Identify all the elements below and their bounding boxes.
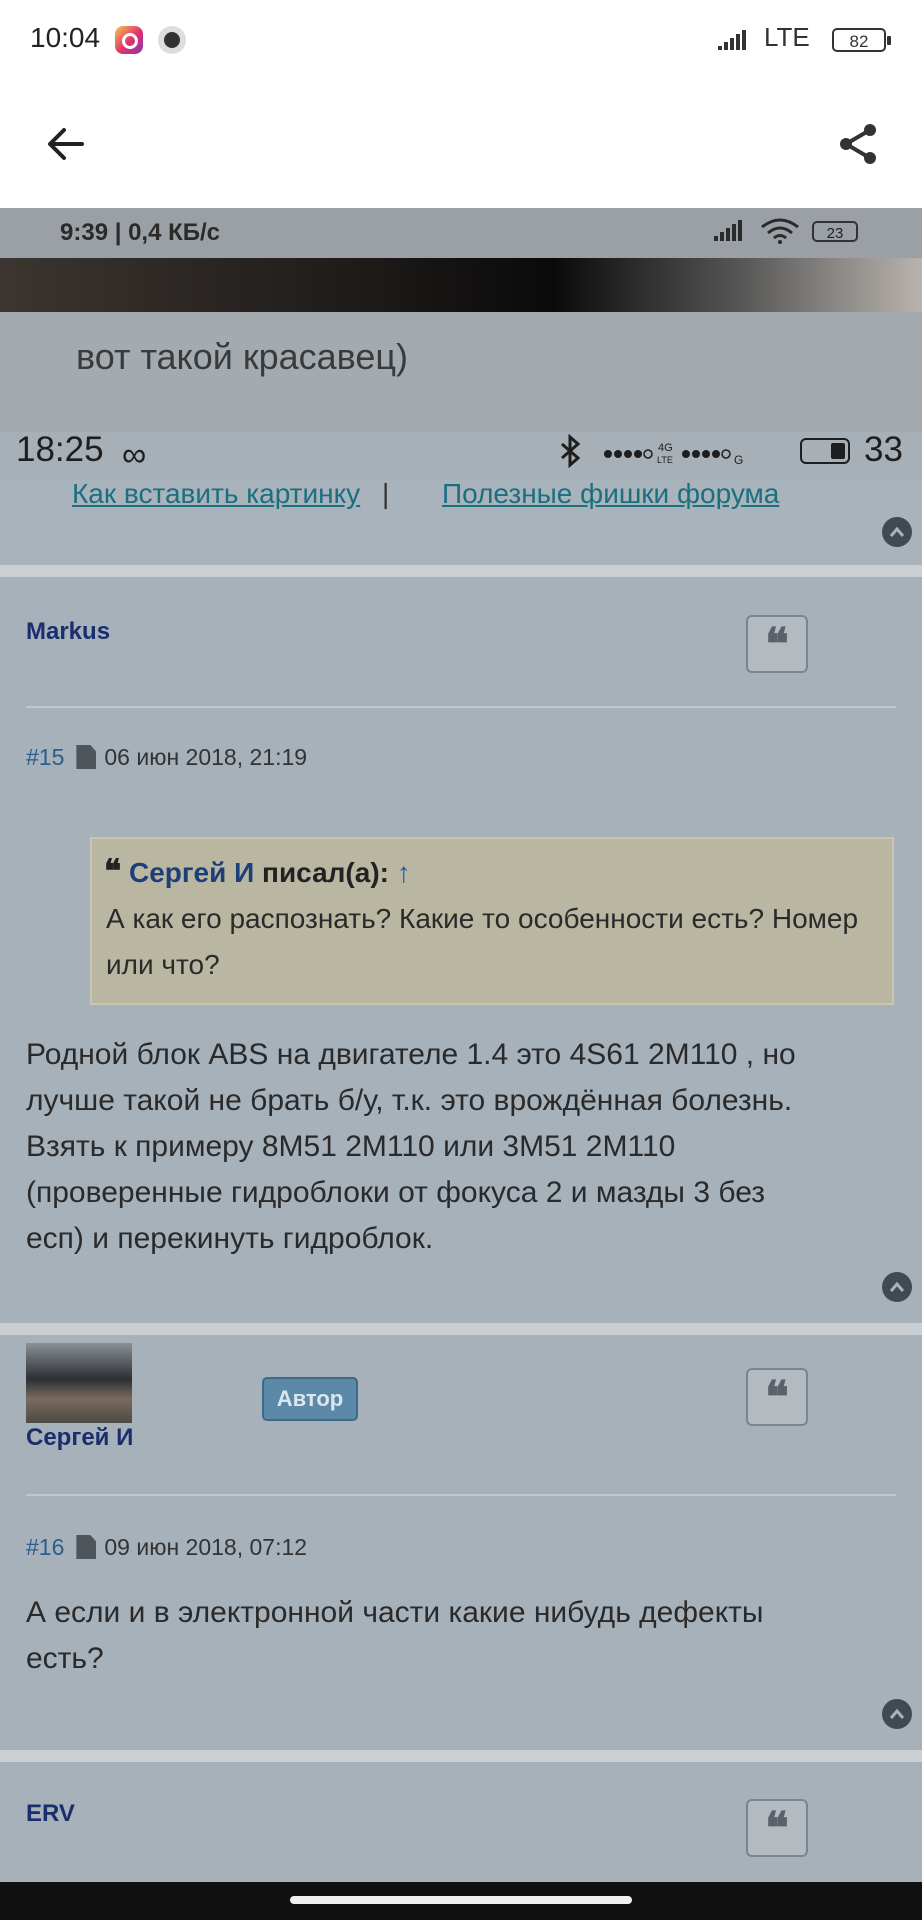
app-toolbar	[0, 80, 922, 208]
forum-tips-link[interactable]: Полезные фишки форума	[442, 478, 779, 510]
home-gesture-bar[interactable]	[290, 1896, 632, 1904]
post-separator	[0, 565, 922, 577]
quote-button[interactable]: ❝	[746, 1799, 808, 1857]
bluetooth-icon	[556, 433, 584, 473]
post-body-line: Взять к примеру 8M51 2M110 или 3M51 2M11…	[26, 1130, 676, 1163]
back-button[interactable]	[40, 118, 92, 170]
post-author[interactable]: Сергей И	[26, 1424, 133, 1452]
inner-battery-percent: 33	[864, 430, 903, 469]
post-body-line: Родной блок ABS на двигателе 1.4 это 4S6…	[26, 1038, 796, 1071]
inner-battery-icon	[800, 438, 850, 464]
post-body: А если и в электронной части какие нибуд…	[26, 1590, 906, 1682]
author-badge: Автор	[262, 1377, 358, 1421]
wifi-icon	[760, 218, 800, 249]
post-author[interactable]: Markus	[26, 618, 110, 646]
loop-icon: ∞	[122, 436, 147, 474]
chevron-up-icon	[889, 1281, 905, 1292]
scroll-top-button[interactable]	[882, 1699, 912, 1729]
post-body-line: А если и в электронной части какие нибуд…	[26, 1596, 764, 1629]
chevron-up-icon	[889, 526, 905, 537]
post-author[interactable]: ERV	[26, 1800, 75, 1828]
avatar[interactable]	[26, 1343, 132, 1423]
mobile-signal-icon: 4G LTE G	[602, 438, 782, 471]
post-meta: #15 06 июн 2018, 21:19	[26, 744, 307, 771]
signal-icon	[718, 30, 750, 54]
post-number-link[interactable]: #15	[26, 744, 64, 770]
post-caption: вот такой красавец)	[76, 336, 408, 377]
post-date: 09 июн 2018, 07:12	[104, 1534, 308, 1560]
post-separator	[0, 1750, 922, 1762]
screenshot-signal-icon	[714, 220, 744, 247]
status-time: 10:04	[30, 22, 101, 53]
quote-author-link[interactable]: Сергей И	[129, 857, 254, 888]
quote-source-arrow[interactable]: ↑	[397, 857, 411, 888]
screenshot-time-speed: 9:39 | 0,4 КБ/с	[60, 219, 221, 246]
scroll-top-button[interactable]	[882, 1272, 912, 1302]
links-separator: |	[382, 478, 390, 509]
chevron-up-icon	[889, 1708, 905, 1719]
svg-text:G: G	[734, 453, 743, 466]
battery-indicator: 82	[832, 28, 891, 52]
scroll-top-button[interactable]	[882, 517, 912, 547]
quote-header: ❝ Сергей И писал(а): ↑	[104, 852, 411, 890]
svg-text:LTE: LTE	[657, 455, 673, 465]
quote-text: А как его распознать? Какие то особеннос…	[106, 903, 859, 980]
post-separator	[0, 1323, 922, 1335]
post-body: Родной блок ABS на двигателе 1.4 это 4S6…	[26, 1032, 906, 1262]
post-number-link[interactable]: #16	[26, 1534, 64, 1560]
post-divider	[26, 706, 896, 708]
notification-dot-icon	[158, 26, 186, 54]
insert-image-link[interactable]: Как вставить картинку	[72, 478, 360, 510]
document-icon	[76, 745, 97, 769]
share-button[interactable]	[832, 118, 884, 170]
document-icon	[76, 1535, 97, 1559]
post-body-line: (проверенные гидроблоки от фокуса 2 и ма…	[26, 1176, 765, 1209]
quote-wrote-label: писал(а):	[262, 857, 389, 888]
post-body-line: лучше такой не брать б/у, т.к. это врожд…	[26, 1084, 793, 1117]
post-date: 06 июн 2018, 21:19	[104, 744, 308, 770]
instagram-icon	[115, 26, 143, 54]
post-divider	[26, 1494, 896, 1496]
inner-status-time: 18:25	[16, 430, 104, 469]
post-body-line: есть?	[26, 1642, 104, 1675]
quote-button[interactable]: ❝	[746, 1368, 808, 1426]
network-type: LTE	[764, 22, 810, 52]
post-body-line: есп) и перекинуть гидроблок.	[26, 1222, 434, 1255]
quote-button[interactable]: ❝	[746, 615, 808, 673]
quote-mark-icon: ❝	[104, 852, 122, 890]
arrow-left-icon	[48, 128, 84, 160]
photo-image	[0, 258, 922, 312]
svg-text:4G: 4G	[658, 442, 673, 454]
post-meta: #16 09 июн 2018, 07:12	[26, 1534, 307, 1561]
share-icon	[840, 124, 876, 164]
screenshot-battery: 23	[812, 221, 858, 242]
